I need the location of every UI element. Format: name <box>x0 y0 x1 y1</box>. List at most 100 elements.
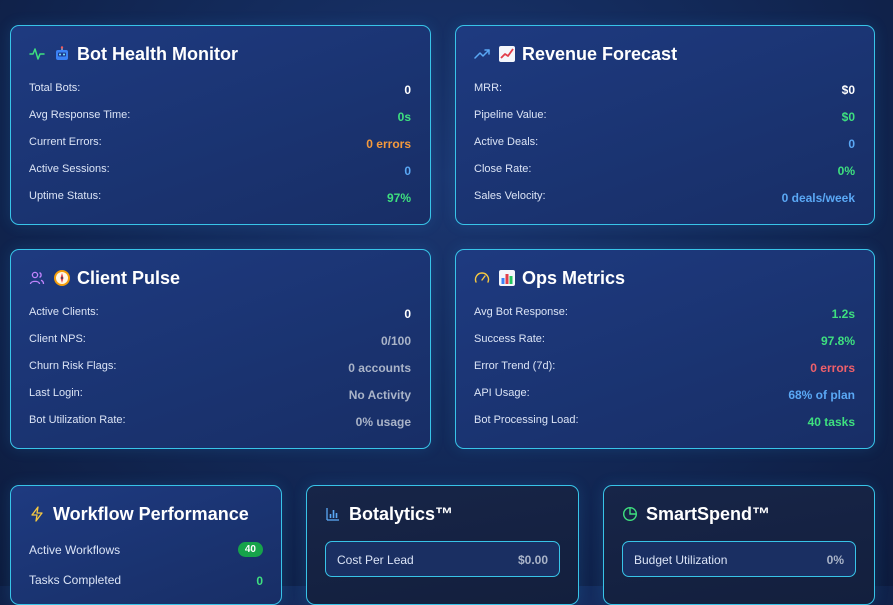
metric-label: Last Login: <box>29 387 83 399</box>
metric-value: 0% <box>837 164 855 178</box>
metric-row: Bot Processing Load: 40 tasks <box>474 412 855 439</box>
zap-icon <box>29 506 45 522</box>
metric-row: Uptime Status: 97% <box>29 188 411 215</box>
metric-row: Sales Velocity: 0 deals/week <box>474 188 855 215</box>
revenue-title-bar: Revenue Forecast <box>474 43 677 65</box>
client-pulse-title-bar: Client Pulse <box>29 267 180 289</box>
metric-value: 0/100 <box>380 334 411 348</box>
metric-row: Total Bots: 0 <box>29 80 411 107</box>
metric-row: Avg Bot Response: 1.2s <box>474 304 855 331</box>
users-icon <box>29 270 45 286</box>
metric-label: Active Deals: <box>474 136 539 148</box>
metric-label: Tasks Completed <box>29 573 122 587</box>
robot-icon <box>53 45 71 63</box>
metric-row: Pipeline Value: $0 <box>474 107 855 134</box>
metric-row: Tasks Completed 0 <box>29 568 263 598</box>
client-pulse-card: Client Pulse Active Clients: 0 Client NPS… <box>10 249 431 449</box>
metric-value: 0 errors <box>366 137 411 151</box>
botalytics-title-bar: Botalytics™ <box>325 503 453 525</box>
workflow-performance-card: Workflow Performance Active Workflows 40 … <box>10 485 282 605</box>
metric-value: 0 <box>404 83 411 97</box>
bot-health-title: Bot Health Monitor <box>77 43 238 64</box>
metric-label: Cost Per Lead <box>337 553 414 567</box>
ops-title-bar: Ops Metrics <box>474 267 625 289</box>
metric-label: Success Rate: <box>474 333 545 345</box>
metric-row: Bot Utilization Rate: 0% usage <box>29 412 411 439</box>
metric-row: Active Deals: 0 <box>474 134 855 161</box>
botalytics-title: Botalytics™ <box>349 503 454 524</box>
metric-value: 0 <box>404 307 411 321</box>
metric-value: No Activity <box>348 388 411 402</box>
metric-label: Current Errors: <box>29 136 102 148</box>
count-badge: 40 <box>237 542 263 557</box>
metric-row: Avg Response Time: 0s <box>29 107 411 134</box>
botalytics-card: Botalytics™ Cost Per Lead $0.00 <box>306 485 579 605</box>
metric-value: 68% of plan <box>788 388 855 402</box>
metric-value: $0 <box>841 83 855 97</box>
metric-value: 0 <box>848 137 855 151</box>
metric-label: Pipeline Value: <box>474 109 547 121</box>
metric-value: 40 tasks <box>807 415 855 429</box>
client-pulse-title: Client Pulse <box>77 267 181 288</box>
bot-health-title-bar: Bot Health Monitor <box>29 43 238 65</box>
metric-row: Active Clients: 0 <box>29 304 411 331</box>
metric-label: Sales Velocity: <box>474 190 546 202</box>
metric-label: Client NPS: <box>29 333 86 345</box>
bar-chart-icon <box>325 506 341 522</box>
metric-label: Churn Risk Flags: <box>29 360 117 372</box>
compass-icon <box>53 269 71 287</box>
metric-label: Error Trend (7d): <box>474 360 556 372</box>
metric-row: Current Errors: 0 errors <box>29 134 411 161</box>
smartspend-card: SmartSpend™ Budget Utilization 0% <box>603 485 875 605</box>
bar-chart-emoji-icon <box>498 269 516 287</box>
metric-label: MRR: <box>474 82 503 94</box>
ops-metrics-card: Ops Metrics Avg Bot Response: 1.2s Succes… <box>455 249 875 449</box>
budget-utilization-item[interactable]: Budget Utilization 0% <box>622 541 856 577</box>
metric-label: Total Bots: <box>29 82 81 94</box>
smartspend-title: SmartSpend™ <box>646 503 771 524</box>
metric-value: 0s <box>397 110 411 124</box>
metric-label: Uptime Status: <box>29 190 102 202</box>
metric-label: Active Sessions: <box>29 163 110 175</box>
activity-icon <box>29 46 45 62</box>
metric-label: Bot Utilization Rate: <box>29 414 126 426</box>
bot-health-card: Bot Health Monitor Total Bots: 0 Avg Resp… <box>10 25 431 225</box>
metric-row: Client NPS: 0/100 <box>29 331 411 358</box>
metric-row: Churn Risk Flags: 0 accounts <box>29 358 411 385</box>
metric-row: MRR: $0 <box>474 80 855 107</box>
metric-label: Active Workflows <box>29 543 121 557</box>
metric-value: 0% <box>826 553 844 567</box>
workflow-title-bar: Workflow Performance <box>29 503 249 525</box>
revenue-title: Revenue Forecast <box>522 43 678 64</box>
metric-value: $0.00 <box>517 553 548 567</box>
metric-label: API Usage: <box>474 387 530 399</box>
metric-value: 0 deals/week <box>781 191 855 205</box>
metric-row: Active Sessions: 0 <box>29 161 411 188</box>
metric-value: $0 <box>841 110 855 124</box>
metric-label: Budget Utilization <box>634 553 728 567</box>
metric-row: API Usage: 68% of plan <box>474 385 855 412</box>
metric-value: 0 errors <box>810 361 855 375</box>
metric-value: 0 accounts <box>348 361 411 375</box>
metric-value: 97.8% <box>820 334 855 348</box>
metric-label: Active Clients: <box>29 306 99 318</box>
metric-label: Close Rate: <box>474 163 532 175</box>
gauge-icon <box>474 270 490 286</box>
metric-value: 1.2s <box>831 307 855 321</box>
metric-row: Success Rate: 97.8% <box>474 331 855 358</box>
metric-value: 0 <box>404 164 411 178</box>
trending-up-icon <box>474 46 490 62</box>
metric-label: Avg Response Time: <box>29 109 131 121</box>
metric-row: Last Login: No Activity <box>29 385 411 412</box>
revenue-forecast-card: Revenue Forecast MRR: $0 Pipeline Value: $… <box>455 25 875 225</box>
metric-label: Avg Bot Response: <box>474 306 568 318</box>
cost-per-lead-item[interactable]: Cost Per Lead $0.00 <box>325 541 560 577</box>
metric-label: Bot Processing Load: <box>474 414 579 426</box>
workflow-title: Workflow Performance <box>53 503 249 524</box>
pie-chart-icon <box>622 506 638 522</box>
metric-row: Active Workflows 40 <box>29 538 263 568</box>
metric-value: 0% usage <box>355 415 411 429</box>
smartspend-title-bar: SmartSpend™ <box>622 503 770 525</box>
ops-title: Ops Metrics <box>522 267 626 288</box>
chart-increasing-icon <box>498 45 516 63</box>
